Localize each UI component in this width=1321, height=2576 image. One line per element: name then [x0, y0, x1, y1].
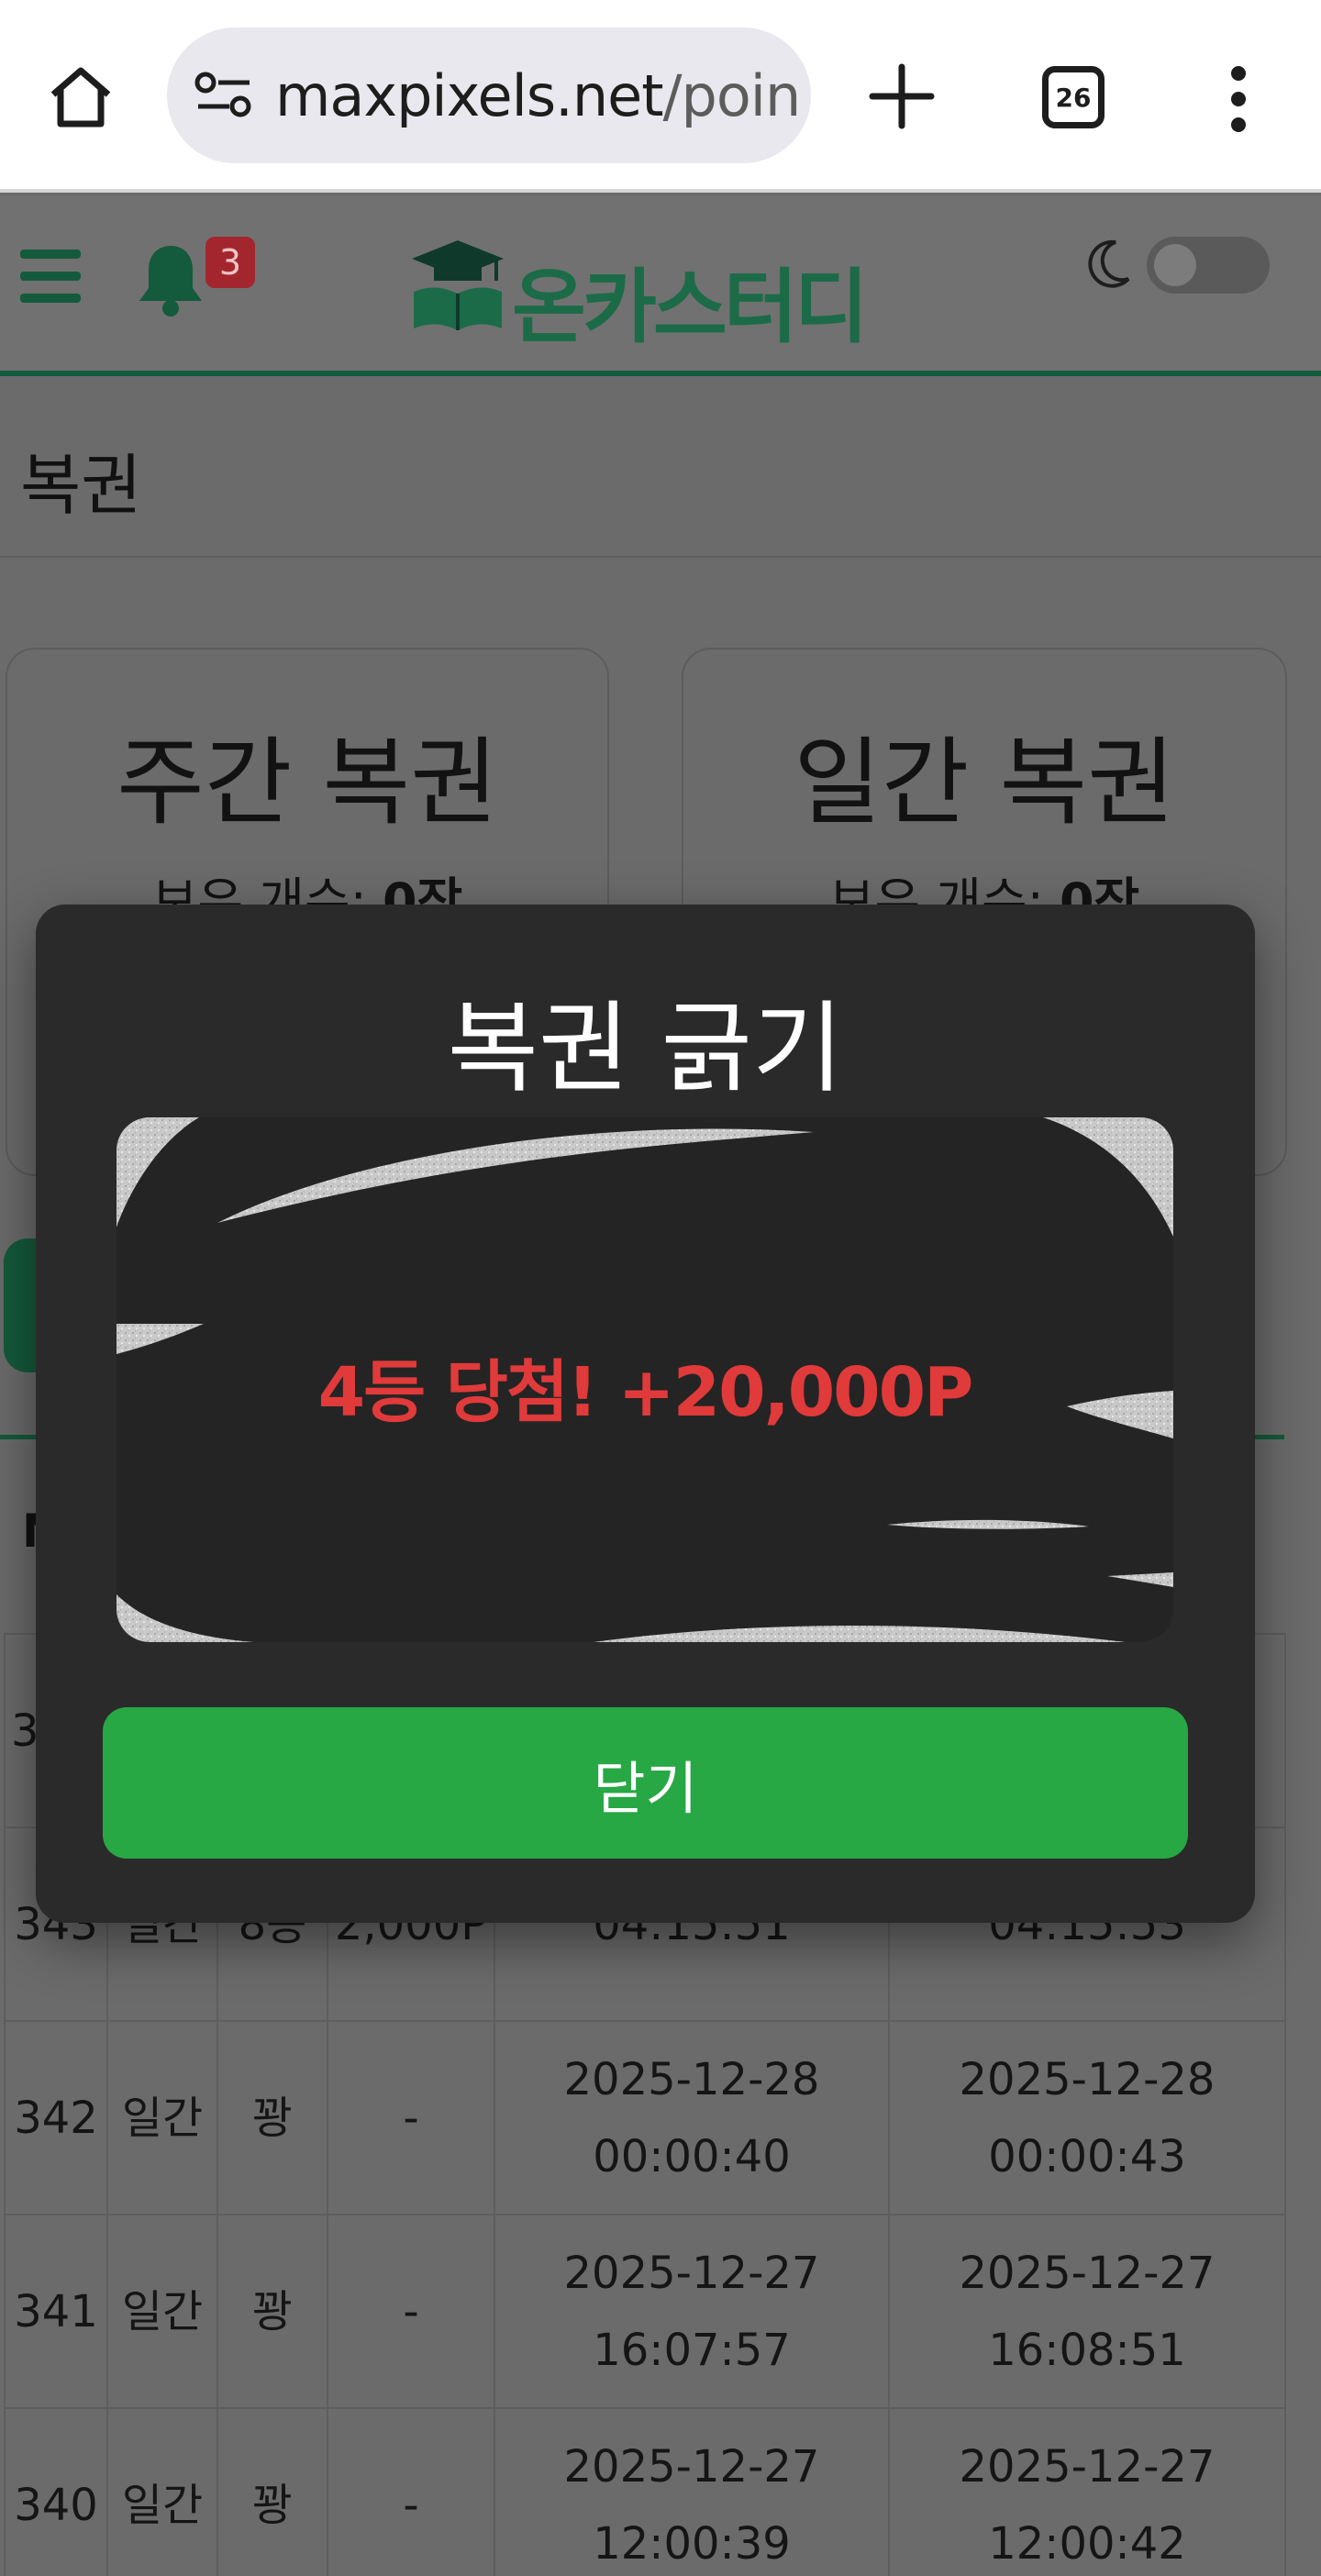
url-domain: maxpixels.net	[275, 62, 664, 129]
scratched-date: 2025-12-28	[959, 2053, 1216, 2105]
cell-type: 일간	[106, 2214, 218, 2409]
card-title: 주간 복권	[117, 727, 498, 838]
issued-time: 12:00:39	[593, 2517, 791, 2570]
scratched-time: 16:08:51	[988, 2324, 1186, 2376]
more-vert-icon[interactable]	[1220, 64, 1257, 134]
moon-icon	[1088, 239, 1130, 288]
cell-no: 341	[4, 2214, 108, 2409]
site-settings-icon[interactable]	[194, 72, 253, 119]
close-button[interactable]: 닫기	[103, 1707, 1188, 1859]
table-row: 340 일간 꽝 - 2025-12-27 12:00:39 2025-12-27…	[4, 2407, 1286, 2576]
issued-time: 00:00:40	[593, 2130, 791, 2182]
cell-scratched: 2025-12-28 00:00:43	[888, 2020, 1286, 2215]
tab-count: 26	[1055, 82, 1092, 113]
cell-scratched: 2025-12-27 16:08:51	[888, 2214, 1286, 2409]
url-text: maxpixels.net/poin	[275, 62, 802, 129]
scratched-date: 2025-12-27	[959, 2440, 1216, 2493]
graduation-book-icon	[412, 240, 504, 330]
scratch-card[interactable]: 4등 당첨! +20,000P	[117, 1117, 1173, 1642]
prize-result-text: 4등 당첨! +20,000P	[317, 1353, 974, 1432]
page-title-bar: 복권	[0, 382, 1321, 558]
cell-rank: 꽝	[216, 2214, 328, 2409]
address-bar[interactable]: maxpixels.net/poin	[167, 28, 811, 163]
table-row: 341 일간 꽝 - 2025-12-27 16:07:57 2025-12-27…	[4, 2214, 1286, 2409]
cell-issued: 2025-12-28 00:00:40	[494, 2020, 890, 2215]
modal-title: 복권 긁기	[447, 992, 844, 1106]
cell-type: 일간	[106, 2407, 218, 2576]
cell-rank: 꽝	[216, 2020, 328, 2215]
cell-point: -	[327, 2407, 495, 2576]
table-row: 342 일간 꽝 - 2025-12-28 00:00:40 2025-12-28…	[4, 2020, 1286, 2215]
scratched-time: 12:00:42	[988, 2517, 1186, 2570]
scratch-lottery-modal: 복권 긁기 4등 당첨! +20,000P 닫기	[36, 905, 1255, 1923]
scratched-time: 00:00:43	[988, 2130, 1186, 2182]
scratched-date: 2025-12-27	[959, 2247, 1216, 2299]
issued-date: 2025-12-27	[563, 2440, 820, 2493]
cell-scratched: 2025-12-27 12:00:42	[888, 2407, 1286, 2576]
site-header: 3 온카스터디	[0, 196, 1321, 376]
cell-point: -	[327, 2214, 495, 2409]
issued-date: 2025-12-27	[563, 2247, 820, 2299]
cell-type: 일간	[106, 2020, 218, 2215]
cell-no: 340	[4, 2407, 108, 2576]
cell-issued: 2025-12-27 16:07:57	[494, 2214, 890, 2409]
cell-rank: 꽝	[216, 2407, 328, 2576]
new-tab-icon[interactable]	[867, 61, 937, 131]
url-path: /poin	[662, 62, 802, 129]
home-icon[interactable]	[44, 60, 117, 133]
browser-toolbar: maxpixels.net/poin 26	[0, 0, 1321, 193]
notification-badge: 3	[205, 237, 255, 288]
issued-time: 16:07:57	[593, 2324, 791, 2376]
cell-issued: 2025-12-27 12:00:39	[494, 2407, 890, 2576]
toggle-knob	[1154, 244, 1196, 286]
logo-text: 온카스터디	[512, 260, 869, 354]
card-title: 일간 복권	[794, 727, 1175, 838]
tab-switcher-button[interactable]: 26	[1042, 66, 1105, 128]
menu-icon[interactable]	[20, 250, 81, 305]
bell-icon[interactable]	[136, 240, 205, 317]
cell-point: -	[327, 2020, 495, 2215]
cell-no: 342	[4, 2020, 108, 2215]
dark-mode-toggle[interactable]	[1147, 237, 1270, 294]
site-logo[interactable]: 온카스터디	[408, 233, 885, 354]
issued-date: 2025-12-28	[563, 2053, 820, 2105]
page-title: 복권	[20, 447, 142, 524]
